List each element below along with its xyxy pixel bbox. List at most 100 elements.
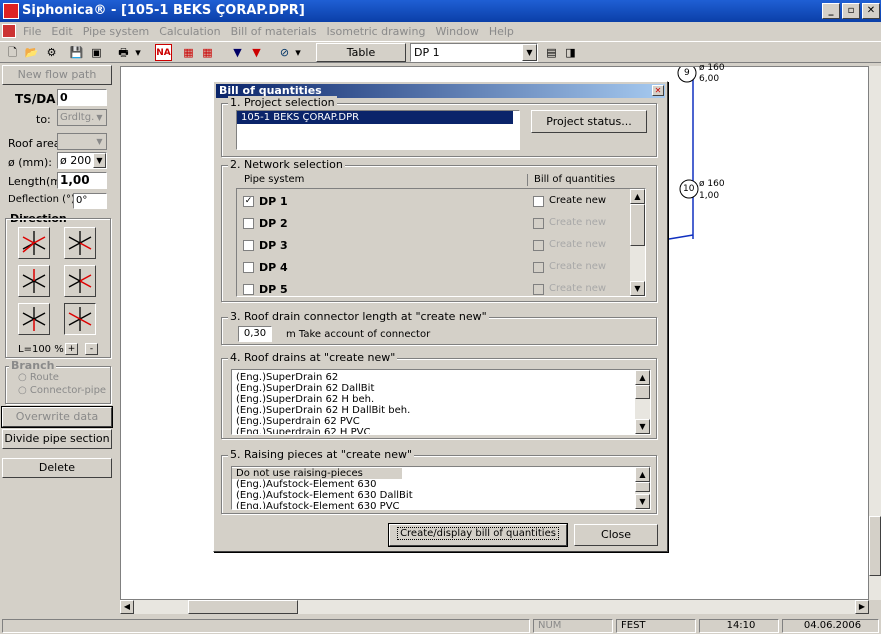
diameter-select[interactable]: ø 200 ▼ — [57, 152, 107, 169]
app-icon[interactable] — [3, 3, 19, 19]
new-file-icon[interactable]: 🗋 — [4, 44, 21, 61]
roof-area-select[interactable]: ▼ — [57, 133, 107, 150]
chevron-down-icon[interactable]: ▼ — [522, 44, 537, 61]
network-checkbox[interactable] — [243, 262, 254, 273]
down-arrow-red-icon[interactable]: ▼ — [248, 44, 265, 61]
list-item[interactable]: (Eng.)Aufstock-Element 630 PVC — [232, 501, 650, 509]
raising-scrollbar[interactable]: ▲ ▼ — [635, 467, 650, 509]
project-item[interactable]: 105-1 BEKS ÇORAP.DPR — [237, 111, 513, 124]
create-new-checkbox[interactable] — [533, 196, 544, 207]
route-label: Route — [29, 372, 59, 383]
dialog-close-icon[interactable]: ✕ — [652, 85, 664, 96]
network-checkbox[interactable] — [243, 218, 254, 229]
zoom-minus-button[interactable]: - — [85, 343, 98, 355]
scrollbar-thumb[interactable] — [869, 516, 881, 576]
list-item[interactable]: (Eng.)Superdrain 62 PVC — [232, 416, 650, 427]
network-checkbox[interactable] — [243, 240, 254, 251]
connector-radio[interactable]: ○ Connector-pipe — [18, 385, 106, 396]
deflection-input[interactable]: 0° — [73, 193, 107, 209]
close-window-button[interactable]: ✕ — [862, 3, 880, 19]
create-display-button[interactable]: Create/display bill of quantities — [388, 523, 568, 547]
route-radio[interactable]: ○ Route — [18, 372, 59, 383]
print-icon[interactable]: 🖶 — [115, 44, 132, 61]
network-checkbox[interactable]: ✓ — [243, 196, 254, 207]
divide-pipe-button[interactable]: Divide pipe section — [2, 429, 112, 449]
direction-button-2[interactable] — [64, 227, 96, 259]
maximize-button[interactable]: ▫ — [842, 3, 860, 19]
list-item[interactable]: (Eng.)Aufstock-Element 630 — [232, 479, 650, 490]
new-flow-path-button[interactable]: New flow path — [2, 65, 112, 85]
drains-scrollbar[interactable]: ▲ ▼ — [635, 370, 650, 434]
grid-red2-icon[interactable]: ▦ — [199, 44, 216, 61]
menu-item-bill-of-materials[interactable]: Bill of materials — [226, 22, 322, 41]
list-item[interactable]: (Eng.)Aufstock-Element 630 DallBit — [232, 490, 650, 501]
to-select[interactable]: Grdltg. ▼ — [57, 109, 107, 126]
scroll-thumb[interactable] — [635, 482, 650, 492]
list-icon[interactable]: ▤ — [543, 44, 560, 61]
scroll-down-icon[interactable]: ▼ — [635, 494, 650, 509]
scroll-up-icon[interactable]: ▲ — [635, 370, 650, 385]
roof-drains-list[interactable]: (Eng.)SuperDrain 62 (Eng.)SuperDrain 62 D… — [231, 369, 651, 435]
list-item[interactable]: (Eng.)SuperDrain 62 H DallBit beh. — [232, 405, 650, 416]
list-item[interactable]: (Eng.)SuperDrain 62 — [232, 372, 650, 383]
direction-button-5[interactable] — [18, 303, 50, 335]
list-item[interactable]: Do not use raising-pieces — [232, 468, 402, 479]
scroll-thumb[interactable] — [635, 385, 650, 399]
save-icon[interactable]: 💾 — [68, 44, 85, 61]
network-scrollbar[interactable]: ▲ ▼ — [630, 189, 645, 296]
scroll-thumb[interactable] — [630, 204, 645, 246]
horizontal-scrollbar[interactable]: ◀ ▶ — [120, 600, 869, 614]
delete-button[interactable]: Delete — [2, 458, 112, 478]
project-status-button[interactable]: Project status... — [531, 110, 647, 133]
scroll-up-icon[interactable]: ▲ — [635, 467, 650, 482]
open-folder-icon[interactable]: 📂 — [23, 44, 40, 61]
doc-icon[interactable] — [2, 24, 16, 38]
list-item[interactable]: (Eng.)SuperDrain 62 DallBit — [232, 383, 650, 394]
direction-button-1[interactable] — [18, 227, 50, 259]
create-new-checkbox[interactable] — [533, 262, 544, 273]
scroll-left-icon[interactable]: ◀ — [120, 600, 134, 614]
window-icon[interactable]: ◨ — [562, 44, 579, 61]
direction-button-6[interactable] — [64, 303, 96, 335]
na-icon[interactable]: NA — [155, 44, 172, 61]
overwrite-data-button[interactable]: Overwrite data — [1, 406, 113, 428]
scroll-up-icon[interactable]: ▲ — [630, 189, 645, 204]
minimize-button[interactable]: _ — [822, 3, 840, 19]
print-dropdown-icon[interactable]: ▾ — [133, 44, 143, 61]
scroll-down-icon[interactable]: ▼ — [635, 419, 650, 434]
table-button[interactable]: Table — [316, 43, 406, 62]
create-new-checkbox[interactable] — [533, 284, 544, 295]
menu-item-file[interactable]: File — [18, 22, 46, 41]
connector-length-input[interactable]: 0,30 — [238, 326, 272, 342]
vertical-scrollbar[interactable] — [869, 66, 881, 600]
menu-item-edit[interactable]: Edit — [46, 22, 77, 41]
create-new-checkbox[interactable] — [533, 240, 544, 251]
no-entry-dropdown-icon[interactable]: ▾ — [293, 44, 303, 61]
no-entry-icon[interactable]: ⊘ — [276, 44, 293, 61]
menu-item-pipe-system[interactable]: Pipe system — [78, 22, 154, 41]
menu-item-calculation[interactable]: Calculation — [154, 22, 225, 41]
tsda-input[interactable]: 0 — [57, 89, 107, 106]
save-all-icon[interactable]: ▣ — [88, 44, 105, 61]
down-arrow-box-icon[interactable]: ▼ — [229, 44, 246, 61]
menu-item-help[interactable]: Help — [484, 22, 519, 41]
list-item[interactable]: (Eng.)SuperDrain 62 H beh. — [232, 394, 650, 405]
h-scrollbar-thumb[interactable] — [188, 600, 298, 614]
zoom-plus-button[interactable]: + — [65, 343, 78, 355]
grid-red-icon[interactable]: ▦ — [180, 44, 197, 61]
menu-item-window[interactable]: Window — [430, 22, 483, 41]
menu-item-isometric-drawing[interactable]: Isometric drawing — [322, 22, 431, 41]
direction-button-3[interactable] — [18, 265, 50, 297]
globe-icon[interactable]: ⚙ — [43, 44, 60, 61]
dp-select[interactable]: DP 1 ▼ — [410, 43, 538, 62]
length-input[interactable]: 1,00 — [57, 172, 107, 189]
network-checkbox[interactable] — [243, 284, 254, 295]
direction-button-4[interactable] — [64, 265, 96, 297]
scroll-down-icon[interactable]: ▼ — [630, 281, 645, 296]
project-list[interactable]: 105-1 BEKS ÇORAP.DPR — [236, 110, 520, 150]
list-item[interactable]: (Eng.)Superdrain 62 H PVC — [232, 427, 650, 434]
scroll-right-icon[interactable]: ▶ — [855, 600, 869, 614]
raising-pieces-list[interactable]: Do not use raising-pieces (Eng.)Aufstock-… — [231, 466, 651, 510]
create-new-checkbox[interactable] — [533, 218, 544, 229]
close-button[interactable]: Close — [574, 524, 658, 546]
